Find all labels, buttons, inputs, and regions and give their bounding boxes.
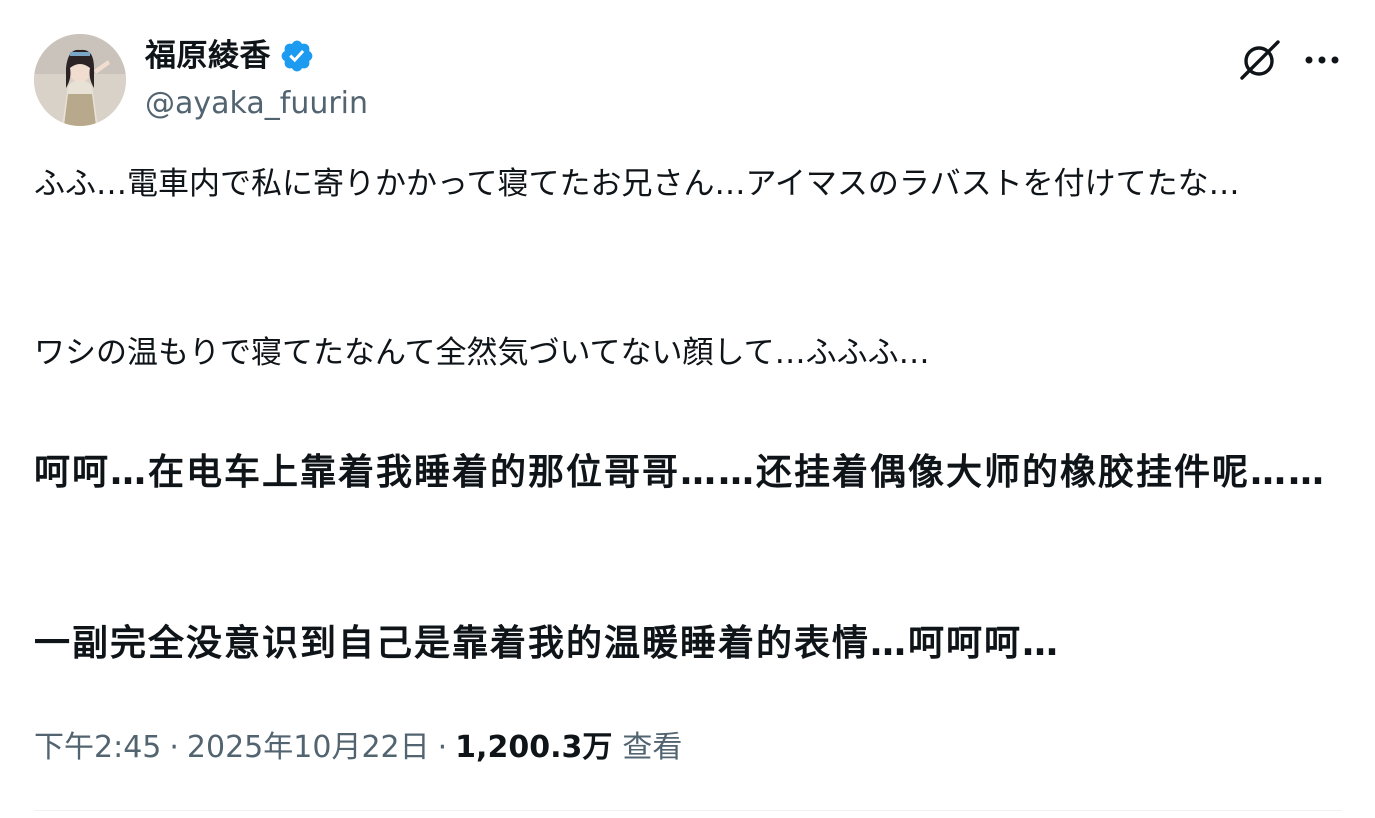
more-options-button[interactable]: [1300, 38, 1344, 82]
views-count: 1,200.3万: [455, 730, 613, 765]
tweet-text-jp-2: ワシの温もりで寝てたなんて全然気づいてない顔して…ふふふ…: [34, 335, 930, 371]
author-name-row: 福原綾香: [145, 36, 315, 76]
tweet-meta: 下午2:45 · 2025年10月22日 · 1,200.3万 查看: [34, 726, 682, 770]
tweet-time[interactable]: 下午2:45: [34, 726, 161, 770]
avatar[interactable]: [34, 34, 126, 126]
tweet-text-cn-2: 一副完全没意识到自己是靠着我的温暖睡着的表情…呵呵呵…: [34, 623, 1061, 664]
tweet-date[interactable]: 2025年10月22日: [187, 726, 430, 770]
tweet-text-jp-1: ふふ…電車内で私に寄りかかって寝てたお兄さん…アイマスのラバストを付けてたな…: [34, 166, 1240, 202]
grok-icon: [1240, 40, 1280, 80]
meta-separator: ·: [437, 730, 448, 765]
display-name[interactable]: 福原綾香: [145, 36, 271, 76]
divider: [34, 810, 1342, 811]
tweet-text-cn-1: 呵呵…在电车上靠着我睡着的那位哥哥……还挂着偶像大师的橡胶挂件呢……: [34, 452, 1327, 493]
author-handle[interactable]: @ayaka_fuurin: [145, 84, 368, 124]
tweet-card: 福原綾香 @ayaka_fuurin ふふ…電車内で私に寄りかかって寝てたお兄さ…: [0, 0, 1375, 818]
grok-button[interactable]: [1238, 38, 1282, 82]
views-label: 查看: [622, 730, 683, 765]
avatar-image: [34, 34, 126, 126]
more-icon: [1305, 56, 1339, 64]
meta-separator: ·: [169, 730, 179, 765]
verified-badge-icon[interactable]: [279, 38, 315, 74]
